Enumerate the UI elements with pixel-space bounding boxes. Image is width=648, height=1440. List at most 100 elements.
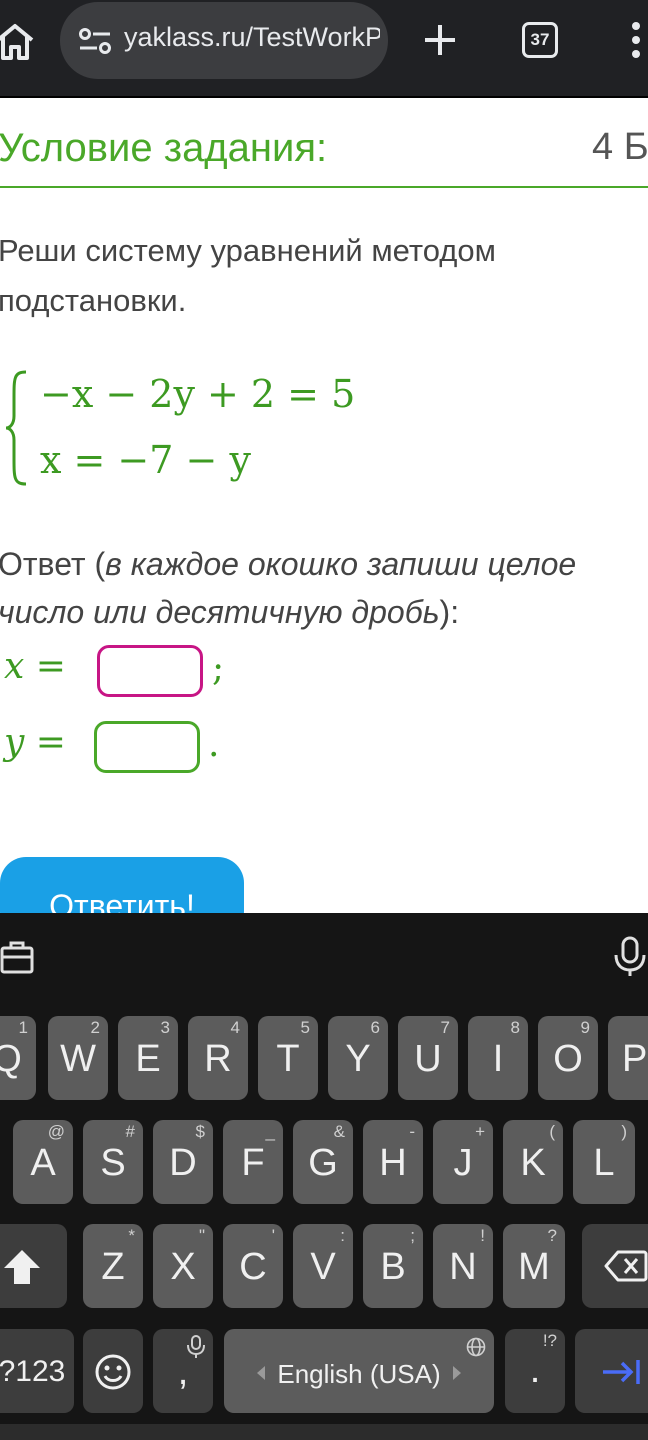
address-bar[interactable]: yaklass.ru/TestWorkP [60, 2, 388, 79]
answer-prefix: Ответ ( [0, 546, 106, 582]
key-d[interactable]: $ D [153, 1120, 213, 1204]
key-h[interactable]: -H [363, 1120, 423, 1204]
microphone-icon[interactable] [612, 935, 648, 977]
symbols-key[interactable]: ?123 [0, 1329, 74, 1413]
key-hint: ? [547, 1226, 557, 1245]
submit-button[interactable]: Ответить! [0, 857, 244, 913]
key-o[interactable]: 9O [538, 1016, 598, 1100]
emoji-icon [95, 1354, 131, 1390]
key-label: J [453, 1142, 473, 1184]
key-label: A [30, 1142, 56, 1184]
key-c[interactable]: ' C [223, 1224, 283, 1308]
key-j[interactable]: + J [433, 1120, 493, 1204]
points-badge: 4 Б. [592, 126, 648, 168]
comma-key[interactable]: , [153, 1329, 213, 1413]
chevron-right-icon [453, 1366, 461, 1380]
key-t[interactable]: 5T [258, 1016, 318, 1100]
key-label: I [492, 1038, 504, 1080]
home-icon[interactable] [0, 18, 38, 64]
key-y[interactable]: 6Y [328, 1016, 388, 1100]
site-settings-icon[interactable] [78, 26, 112, 56]
symbols-label: ?123 [0, 1355, 66, 1388]
key-hint: !? [542, 1331, 557, 1350]
key-l[interactable]: ) L [573, 1120, 635, 1204]
key-u[interactable]: 7U [398, 1016, 458, 1100]
new-tab-icon[interactable] [422, 22, 458, 58]
answer-suffix: ): [439, 594, 460, 630]
key-hint: 7 [440, 1018, 450, 1037]
globe-icon [466, 1337, 486, 1357]
clipboard-icon[interactable] [0, 939, 34, 975]
key-label: P [622, 1038, 648, 1080]
key-label: Y [345, 1038, 371, 1080]
key-hint: 6 [370, 1018, 380, 1037]
key-hint: ( [549, 1122, 555, 1141]
tab-switcher-icon[interactable]: 37 [522, 22, 558, 58]
answer-instructions: Ответ (в каждое окошко запиши целое числ… [0, 540, 648, 636]
key-a[interactable]: @ A [13, 1120, 73, 1204]
key-i[interactable]: 8I [468, 1016, 528, 1100]
key-hint: ' [271, 1226, 275, 1245]
key-hint: _ [265, 1122, 275, 1141]
key-hint: 3 [160, 1018, 170, 1037]
key-hint: 1 [18, 1018, 28, 1037]
key-s[interactable]: # S [83, 1120, 143, 1204]
key-b[interactable]: ; B [363, 1224, 423, 1308]
browser-toolbar: yaklass.ru/TestWorkP 37 [0, 0, 648, 96]
key-hint: " [198, 1226, 205, 1245]
x-answer-input[interactable] [97, 645, 203, 697]
key-label: N [449, 1246, 477, 1288]
key-label: M [518, 1246, 550, 1288]
key-hint: 9 [580, 1018, 590, 1037]
on-screen-keyboard: 1Q 2W 3E 4R 5T 6Y 7U 8I 9O 0P @A #S $D _… [0, 913, 648, 1440]
key-w[interactable]: 2W [48, 1016, 108, 1100]
y-answer-input[interactable] [94, 721, 200, 773]
shift-key[interactable] [0, 1224, 67, 1308]
space-key[interactable]: English (USA) [224, 1329, 494, 1413]
key-hint: ! [480, 1226, 485, 1245]
key-label: X [170, 1246, 196, 1288]
key-label: R [204, 1038, 232, 1080]
key-hint: - [409, 1122, 415, 1141]
backspace-icon [604, 1250, 648, 1282]
key-q[interactable]: 1Q [0, 1016, 36, 1100]
key-hint: : [340, 1226, 345, 1245]
key-hint: $ [195, 1122, 205, 1141]
equation-system: −x − 2y + 2 = 5 x = −7 − y [4, 368, 364, 488]
key-hint: ) [621, 1122, 627, 1141]
key-m[interactable]: ? M [503, 1224, 565, 1308]
shift-icon [4, 1250, 40, 1284]
key-hint: 8 [510, 1018, 520, 1037]
enter-key[interactable] [575, 1329, 648, 1413]
equation-2: x = −7 − y [40, 438, 251, 482]
key-n[interactable]: ! N [433, 1224, 493, 1308]
key-g[interactable]: & G [293, 1120, 353, 1204]
url-text: yaklass.ru/TestWorkP [124, 22, 380, 52]
page-title: Условие задания: [0, 126, 328, 170]
system-nav-bar [0, 1424, 648, 1440]
key-hint: @ [47, 1122, 65, 1141]
backspace-key[interactable] [582, 1224, 648, 1308]
key-hint: 2 [90, 1018, 100, 1037]
enter-icon [603, 1360, 640, 1384]
key-label: V [310, 1246, 336, 1288]
y-label: y = [4, 722, 66, 763]
comma-label: , [177, 1351, 189, 1393]
key-e[interactable]: 3E [118, 1016, 178, 1100]
key-f[interactable]: _ F [223, 1120, 283, 1204]
more-menu-icon[interactable] [626, 20, 646, 60]
key-v[interactable]: :V [293, 1224, 353, 1308]
key-p[interactable]: 0P [608, 1016, 648, 1100]
key-k[interactable]: (K [503, 1120, 563, 1204]
period-key[interactable]: !?. [505, 1329, 565, 1413]
key-label: Q [0, 1038, 22, 1080]
emoji-key[interactable] [83, 1329, 143, 1413]
key-label: F [241, 1142, 265, 1184]
key-z[interactable]: * Z [83, 1224, 143, 1308]
key-label: E [135, 1038, 161, 1080]
key-r[interactable]: 4R [188, 1016, 248, 1100]
key-x[interactable]: " X [153, 1224, 213, 1308]
equation-1: −x − 2y + 2 = 5 [40, 372, 356, 416]
key-label: T [276, 1038, 300, 1080]
key-label: Z [101, 1246, 125, 1288]
